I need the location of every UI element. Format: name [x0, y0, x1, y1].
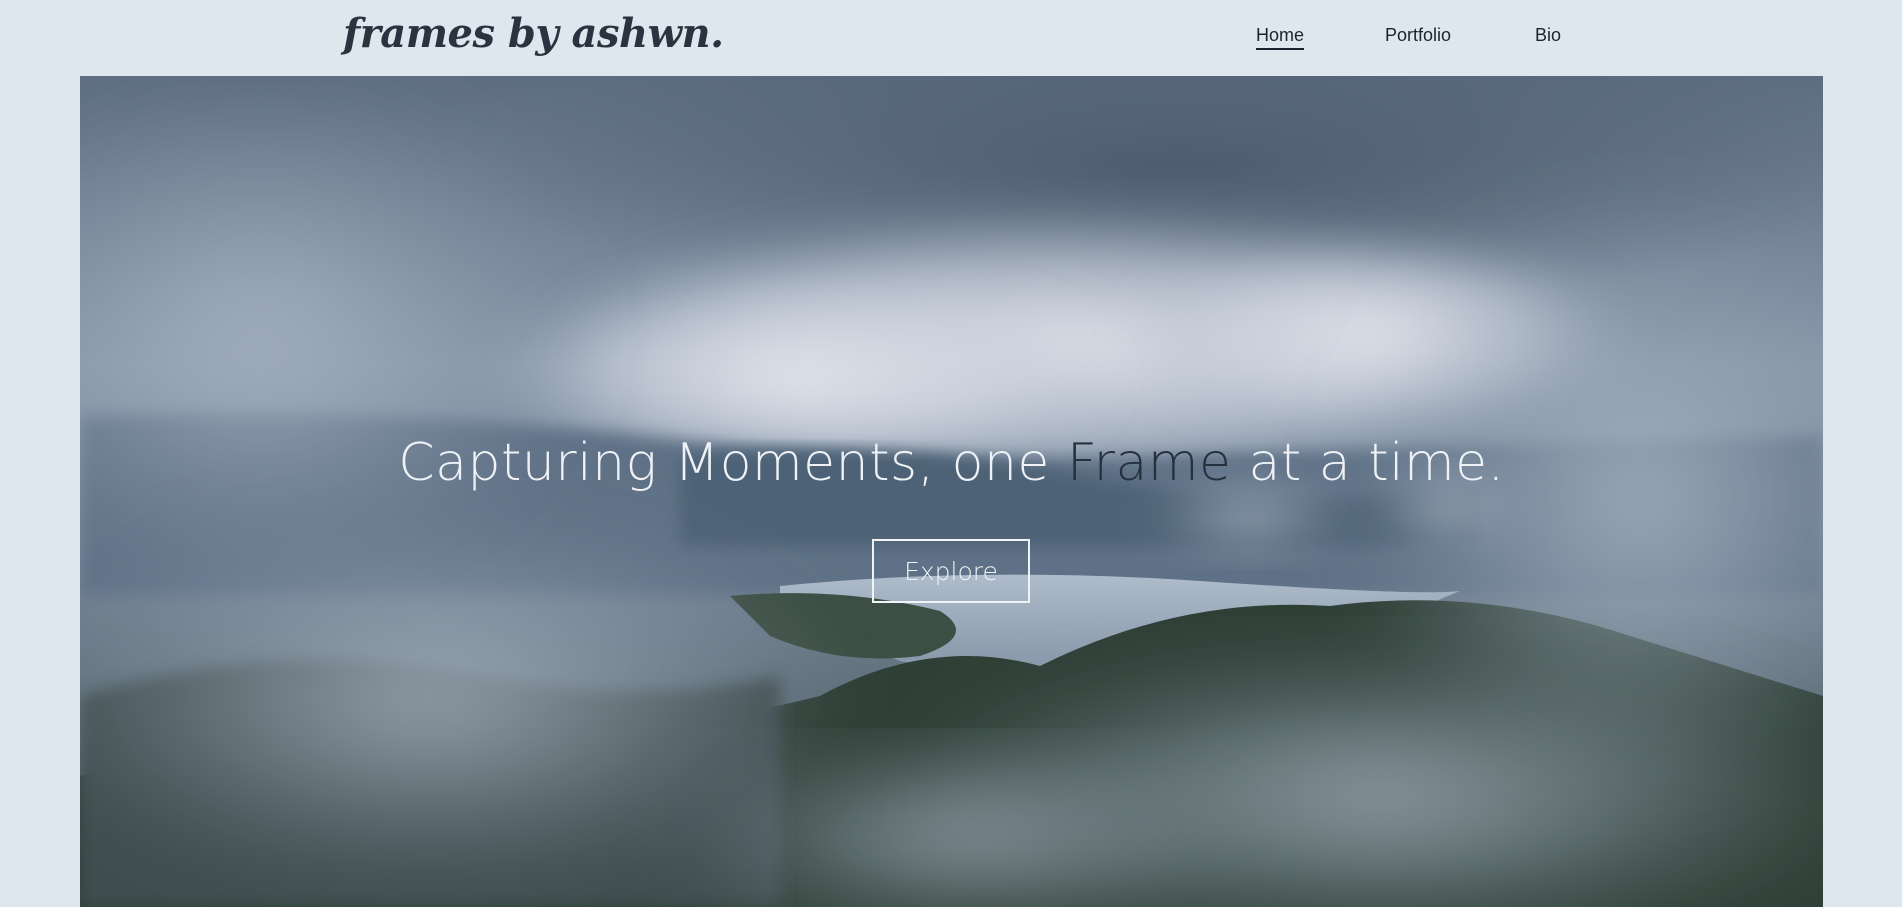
hero-headline: Capturing Moments, one Frame at a time.	[80, 433, 1823, 493]
headline-text-end: at a time.	[1231, 433, 1505, 493]
headline-text-start: Capturing Moments, one	[398, 433, 1067, 493]
hero-section: Capturing Moments, one Frame at a time. …	[80, 76, 1823, 907]
site-header: frames by ashwn. Home Portfolio Bio	[0, 0, 1902, 76]
nav-item-portfolio[interactable]: Portfolio	[1385, 24, 1451, 46]
main-nav: Home Portfolio Bio	[0, 24, 1902, 54]
explore-button[interactable]: Explore	[872, 539, 1030, 603]
nav-item-home[interactable]: Home	[1256, 24, 1305, 50]
nav-item-bio[interactable]: Bio	[1535, 24, 1561, 46]
headline-highlight-word: Frame	[1066, 433, 1232, 493]
